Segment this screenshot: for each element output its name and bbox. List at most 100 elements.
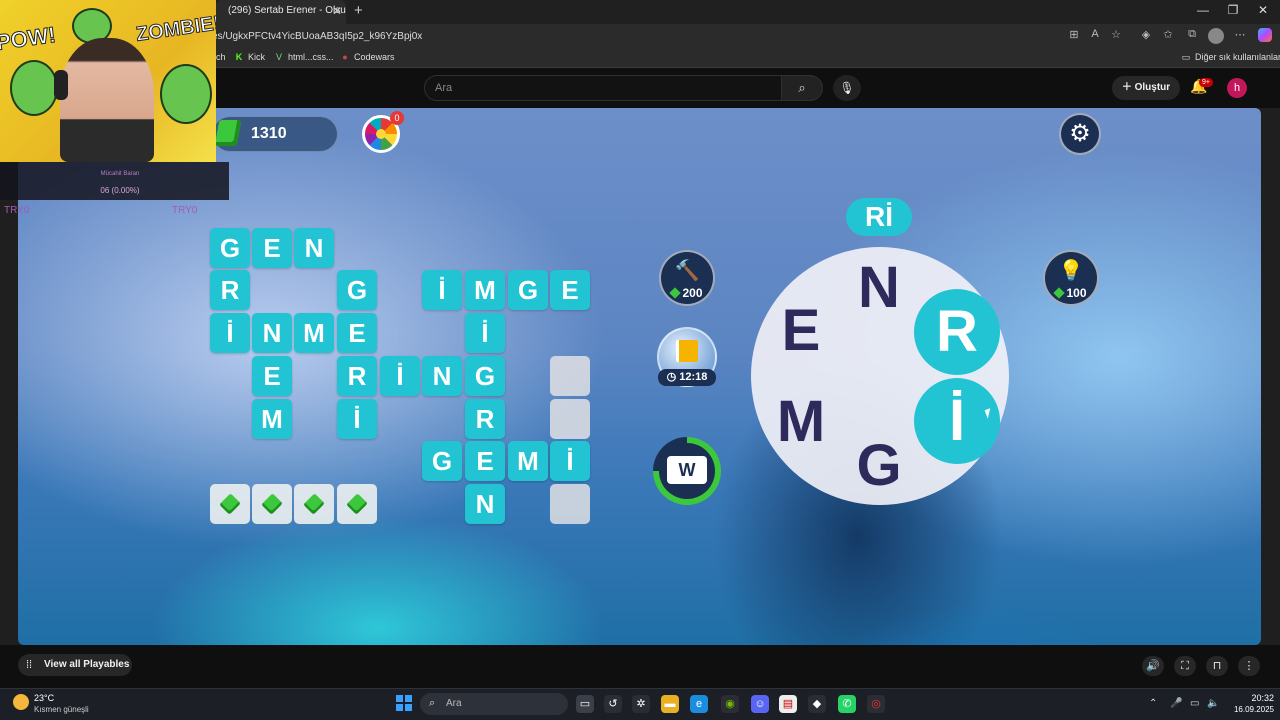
grid-tile: R: [210, 270, 250, 310]
notification-count-badge: 9+: [1199, 78, 1213, 87]
webcam-label: Mücahit Baran: [100, 171, 140, 177]
gem-tile: [252, 484, 292, 524]
wheel-letter-selected[interactable]: R: [914, 289, 1000, 375]
grid-tile: İ: [422, 270, 462, 310]
search-button[interactable]: ⌕: [781, 75, 823, 101]
bookmark-icon[interactable]: ⊓: [1206, 656, 1228, 676]
lucky-wheel-badge: 0: [390, 111, 404, 125]
view-all-playables-button[interactable]: View all Playables: [18, 654, 132, 676]
zombie-illustration: [10, 60, 58, 116]
weather-sun-icon[interactable]: [13, 694, 29, 710]
webcam-percent: 06 (0.00%): [100, 186, 140, 195]
lightbulb-icon: 💡: [1058, 260, 1084, 282]
nvidia-icon[interactable]: ◉: [721, 695, 739, 713]
new-tab-button[interactable]: +: [354, 2, 363, 19]
wheel-letter[interactable]: M: [771, 392, 831, 452]
hint-powerup-button[interactable]: 💡 100: [1043, 250, 1099, 306]
start-button[interactable]: [396, 695, 412, 711]
gem-tile: [294, 484, 334, 524]
more-menu-icon[interactable]: ⋯: [1232, 28, 1248, 41]
minimize-button[interactable]: —: [1193, 3, 1213, 17]
clock-icon: ◷: [666, 371, 680, 383]
url-field[interactable]: es/UgkxPFCtv4YicBUoaAB3qI5p2_k96YzBpj0x: [212, 27, 1062, 46]
webcam-overlay: POW! ZOMBIE!: [0, 0, 216, 162]
bookmark-codewars[interactable]: ● Codewars: [340, 52, 394, 62]
fullscreen-icon[interactable]: ⛶: [1174, 656, 1196, 676]
vscode-icon[interactable]: ◆: [808, 695, 826, 713]
grid-dots-icon: ⁞⁞: [26, 659, 33, 671]
close-window-button[interactable]: ✕: [1253, 3, 1273, 17]
extension-icon[interactable]: ◈: [1138, 28, 1154, 41]
grid-tile: R: [465, 399, 505, 439]
favorite-star-icon[interactable]: ☆: [1108, 28, 1124, 41]
grid-tile: N: [294, 228, 334, 268]
tray-expand-icon[interactable]: ⌃: [1149, 698, 1157, 709]
account-avatar[interactable]: h: [1227, 78, 1247, 98]
folder-icon: ▭: [1181, 52, 1191, 62]
grid-tile: İ: [465, 313, 505, 353]
grid-tile: R: [337, 356, 377, 396]
grid-tile: N: [252, 313, 292, 353]
grid-tile: E: [465, 441, 505, 481]
zombie-illustration: [160, 64, 212, 124]
grid-tile: G: [210, 228, 250, 268]
headphone-icon: [54, 70, 68, 100]
read-aloud-icon[interactable]: A: [1087, 28, 1103, 40]
clock-time[interactable]: 20:32: [1244, 693, 1274, 703]
microphone-icon[interactable]: 🎤: [1170, 698, 1182, 709]
file-explorer-icon[interactable]: ▬: [661, 695, 679, 713]
wheel-letter[interactable]: E: [771, 301, 831, 361]
volume-icon[interactable]: 🔊: [1142, 656, 1164, 676]
favorites-icon[interactable]: ✩: [1160, 28, 1176, 41]
tab-title: (296) Sertab Erener - Olsun: [228, 5, 346, 16]
bookmark-html-css[interactable]: Vhtml...css...: [274, 52, 334, 62]
hammer-cost-value: 200: [682, 286, 703, 300]
whatsapp-icon[interactable]: ✆: [838, 695, 856, 713]
collections-icon[interactable]: ⧉: [1184, 28, 1200, 41]
voice-search-button[interactable]: 🎙: [833, 75, 861, 101]
webcam-right-tag: TRY0: [172, 205, 198, 216]
clock-date[interactable]: 16.09.2025: [1224, 705, 1274, 714]
app-icon[interactable]: ◎: [867, 695, 885, 713]
profile-avatar-icon[interactable]: [1208, 28, 1224, 44]
search-input[interactable]: Ara: [424, 75, 782, 101]
empty-tile: [550, 484, 590, 524]
app-icon[interactable]: ▤: [779, 695, 797, 713]
display-icon[interactable]: ▭: [1190, 698, 1199, 709]
weather-temperature: 23°C: [34, 693, 55, 703]
weather-description: Kısmen güneşli: [34, 705, 89, 714]
other-bookmarks[interactable]: ▭ Diğer sık kullanılanlar: [1181, 52, 1280, 63]
task-view-icon[interactable]: ▭: [576, 695, 594, 713]
maximize-button[interactable]: ❐: [1223, 3, 1243, 17]
grid-tile: İ: [550, 441, 590, 481]
webcam-left-tag: TRY0: [4, 205, 30, 216]
plus-icon: ＋: [1121, 82, 1135, 93]
bookmark-kick[interactable]: K Kick: [234, 52, 265, 62]
lucky-wheel-icon: [376, 129, 386, 139]
hint-cost-value: 100: [1066, 286, 1087, 300]
tab-close-icon[interactable]: ✕: [332, 4, 342, 18]
search-icon: ⌕: [429, 697, 436, 709]
hammer-powerup-button[interactable]: 🔨 200: [659, 250, 715, 306]
speaker-icon[interactable]: 🔈: [1207, 698, 1219, 709]
bookmark-item[interactable]: ch: [216, 52, 226, 62]
chatgpt-icon[interactable]: ✲: [632, 695, 650, 713]
grid-tile: G: [337, 270, 377, 310]
app-available-icon[interactable]: ⊞: [1066, 28, 1082, 41]
app-icon[interactable]: ↺: [604, 695, 622, 713]
settings-button[interactable]: ⚙: [1059, 113, 1101, 155]
edge-browser-icon[interactable]: e: [690, 695, 708, 713]
gift-icon: [676, 340, 698, 362]
wheel-letter[interactable]: G: [849, 436, 909, 496]
discord-icon[interactable]: ☺: [751, 695, 769, 713]
copilot-icon[interactable]: [1258, 28, 1272, 42]
create-button[interactable]: ＋ Oluştur: [1112, 76, 1180, 100]
empty-tile: [550, 356, 590, 396]
more-options-icon[interactable]: ⋮: [1238, 656, 1260, 676]
wheel-letter-selected[interactable]: İ: [914, 378, 1000, 464]
browser-tab[interactable]: (296) Sertab Erener - Olsun: [216, 0, 346, 24]
wheel-letter[interactable]: N: [849, 258, 909, 318]
empty-tile: [550, 399, 590, 439]
taskbar-search[interactable]: Ara: [420, 693, 568, 715]
vercel-icon: V: [275, 52, 282, 62]
